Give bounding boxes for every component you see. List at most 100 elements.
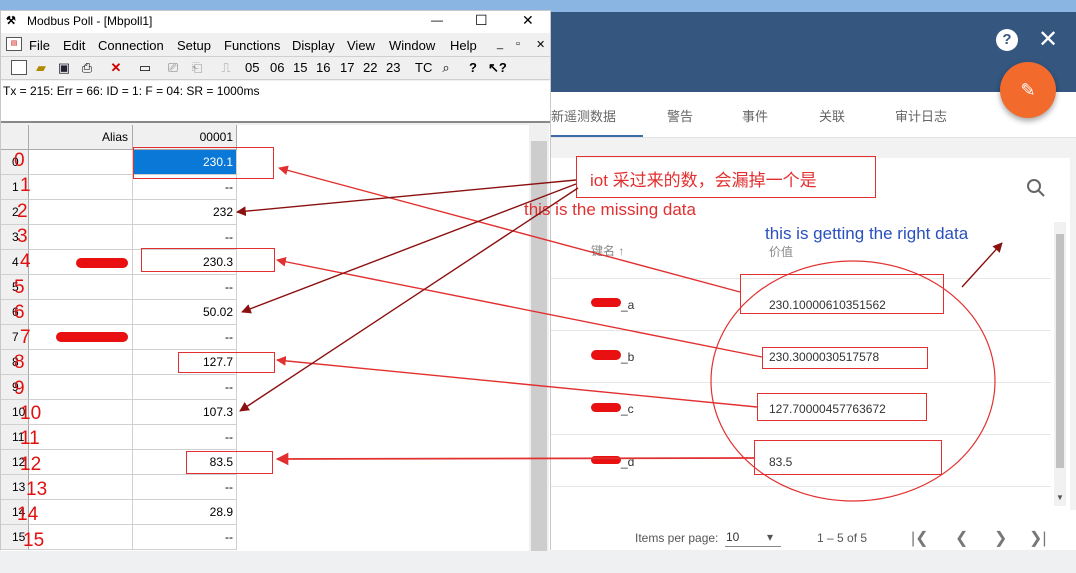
menu-edit[interactable]: Edit (63, 38, 85, 53)
alias-cell[interactable] (29, 400, 133, 425)
alias-cell[interactable] (29, 300, 133, 325)
fc-15-button[interactable]: 15 (293, 60, 307, 77)
items-per-page-select[interactable]: 10 (726, 530, 739, 544)
next-page-icon[interactable]: ❯ (994, 528, 1007, 548)
alias-cell[interactable] (29, 375, 133, 400)
minimize-icon[interactable]: — (431, 13, 443, 27)
red-row-index: 10 (20, 403, 42, 424)
first-page-icon[interactable]: |❮ (911, 528, 929, 548)
tab-audit-logs[interactable]: 审计日志 (895, 106, 947, 125)
chinese-annotation: iot 采过来的数，会漏掉一个是 (590, 171, 817, 190)
red-row-index: 6 (14, 301, 25, 323)
register-value-cell[interactable]: -- (133, 275, 237, 300)
red-row-index: 12 (20, 453, 42, 475)
table-scrollbar-thumb[interactable] (1056, 234, 1064, 468)
save-icon[interactable]: ▣ (55, 60, 73, 77)
write-icon[interactable]: ⎗ (188, 60, 206, 77)
red-row-index: 2 (17, 200, 28, 222)
alias-cell[interactable] (29, 225, 133, 250)
tab-bar: 新遥测数据 警告 事件 关联 审计日志 (551, 92, 1076, 138)
menu-file[interactable]: File (29, 38, 50, 53)
maximize-icon[interactable]: ☐ (475, 12, 488, 29)
fc-05-button[interactable]: 05 (245, 60, 259, 77)
value-highlight-box (757, 393, 927, 421)
alias-cell[interactable] (29, 350, 133, 375)
redaction-mark (591, 403, 621, 412)
items-per-page-label: Items per page: (635, 531, 719, 545)
red-row-index: 14 (17, 504, 39, 526)
alias-cell[interactable] (29, 525, 133, 550)
context-help-icon[interactable]: ↖? (488, 60, 507, 77)
red-row-index: 11 (20, 428, 40, 450)
fc-16-button[interactable]: 16 (316, 60, 330, 77)
register-value-cell[interactable]: 107.3 (133, 400, 237, 425)
fc-06-button[interactable]: 06 (270, 60, 284, 77)
menu-connection[interactable]: Connection (98, 38, 164, 53)
paginator: Items per page: 10 ▾ 1 – 5 of 5 |❮ ❮ ❯ ❯… (551, 510, 1076, 550)
red-row-index: 15 (23, 529, 45, 551)
register-value-cell[interactable]: -- (133, 225, 237, 250)
alias-cell[interactable] (29, 450, 133, 475)
monitor-icon[interactable]: ⌕ (437, 60, 455, 77)
mdi-restore-icon[interactable]: ▫ (516, 38, 520, 50)
print-icon[interactable]: ⎙ (78, 60, 96, 77)
right-data-annotation: this is getting the right data (765, 224, 969, 243)
window-title: Modbus Poll - [Mbpoll1] (27, 14, 153, 28)
close-icon[interactable]: ✕ (522, 12, 534, 29)
search-icon[interactable] (1026, 178, 1046, 198)
menu-display[interactable]: Display (292, 38, 335, 53)
missing-data-annotation: this is the missing data (524, 200, 696, 219)
alias-cell[interactable] (29, 275, 133, 300)
register-value-cell[interactable]: -- (133, 425, 237, 450)
register-value-cell[interactable]: -- (133, 475, 237, 500)
alias-cell[interactable] (29, 500, 133, 525)
fc-23-button[interactable]: 23 (386, 60, 400, 77)
register-value-cell[interactable]: 28.9 (133, 500, 237, 525)
red-row-index: 4 (20, 251, 31, 273)
column-header-key[interactable]: 键名 ↑ (591, 242, 624, 259)
tab-events[interactable]: 事件 (742, 106, 768, 125)
register-value-cell[interactable]: 50.02 (133, 300, 237, 325)
pulse-icon[interactable]: ⎍ (217, 60, 235, 77)
fc-17-button[interactable]: 17 (340, 60, 354, 77)
chevron-down-icon[interactable]: ▾ (767, 530, 773, 544)
alias-cell[interactable] (29, 425, 133, 450)
help-button[interactable]: ? (996, 29, 1018, 51)
scroll-down-arrow-icon[interactable]: ▼ (1054, 493, 1066, 505)
telemetry-key: _b (621, 350, 635, 364)
telemetry-key: _d (621, 455, 635, 469)
traffic-button[interactable]: TC (415, 60, 432, 77)
register-value-cell[interactable]: -- (133, 375, 237, 400)
tab-relations[interactable]: 关联 (819, 106, 845, 125)
menu-help[interactable]: Help (450, 38, 477, 53)
fc-22-button[interactable]: 22 (363, 60, 377, 77)
value-highlight-box (186, 451, 273, 474)
mdi-close-icon[interactable]: ✕ (536, 38, 545, 51)
alias-cell[interactable] (29, 150, 133, 175)
open-folder-icon[interactable]: ▰ (32, 60, 50, 77)
row-divider (551, 486, 1051, 487)
help-icon[interactable]: ? (466, 60, 480, 77)
register-value-cell[interactable]: -- (133, 325, 237, 350)
register-value-cell[interactable]: -- (133, 525, 237, 550)
previous-page-icon[interactable]: ❮ (955, 528, 968, 548)
document-icon[interactable]: ▤ (6, 37, 22, 51)
tab-latest-telemetry[interactable]: 新遥测数据 (551, 106, 616, 125)
register-value-cell[interactable]: 232 (133, 200, 237, 225)
menu-functions[interactable]: Functions (224, 38, 280, 53)
window-icon[interactable]: ▭ (136, 60, 154, 77)
red-row-index: 0 (14, 150, 25, 171)
menu-setup[interactable]: Setup (177, 38, 211, 53)
new-file-icon[interactable] (11, 60, 27, 75)
disconnect-icon[interactable]: ✕ (107, 60, 125, 77)
alias-cell[interactable] (29, 175, 133, 200)
menu-view[interactable]: View (347, 38, 375, 53)
tab-alarms[interactable]: 警告 (667, 106, 693, 125)
last-page-icon[interactable]: ❯| (1029, 528, 1047, 548)
alias-cell[interactable] (29, 200, 133, 225)
grid-corner (1, 125, 29, 150)
close-dialog-button[interactable]: ✕ (1036, 27, 1060, 53)
mdi-minimize-icon[interactable]: _ (497, 38, 503, 50)
menu-window[interactable]: Window (389, 38, 435, 53)
read-icon[interactable]: ⎚ (164, 60, 182, 77)
